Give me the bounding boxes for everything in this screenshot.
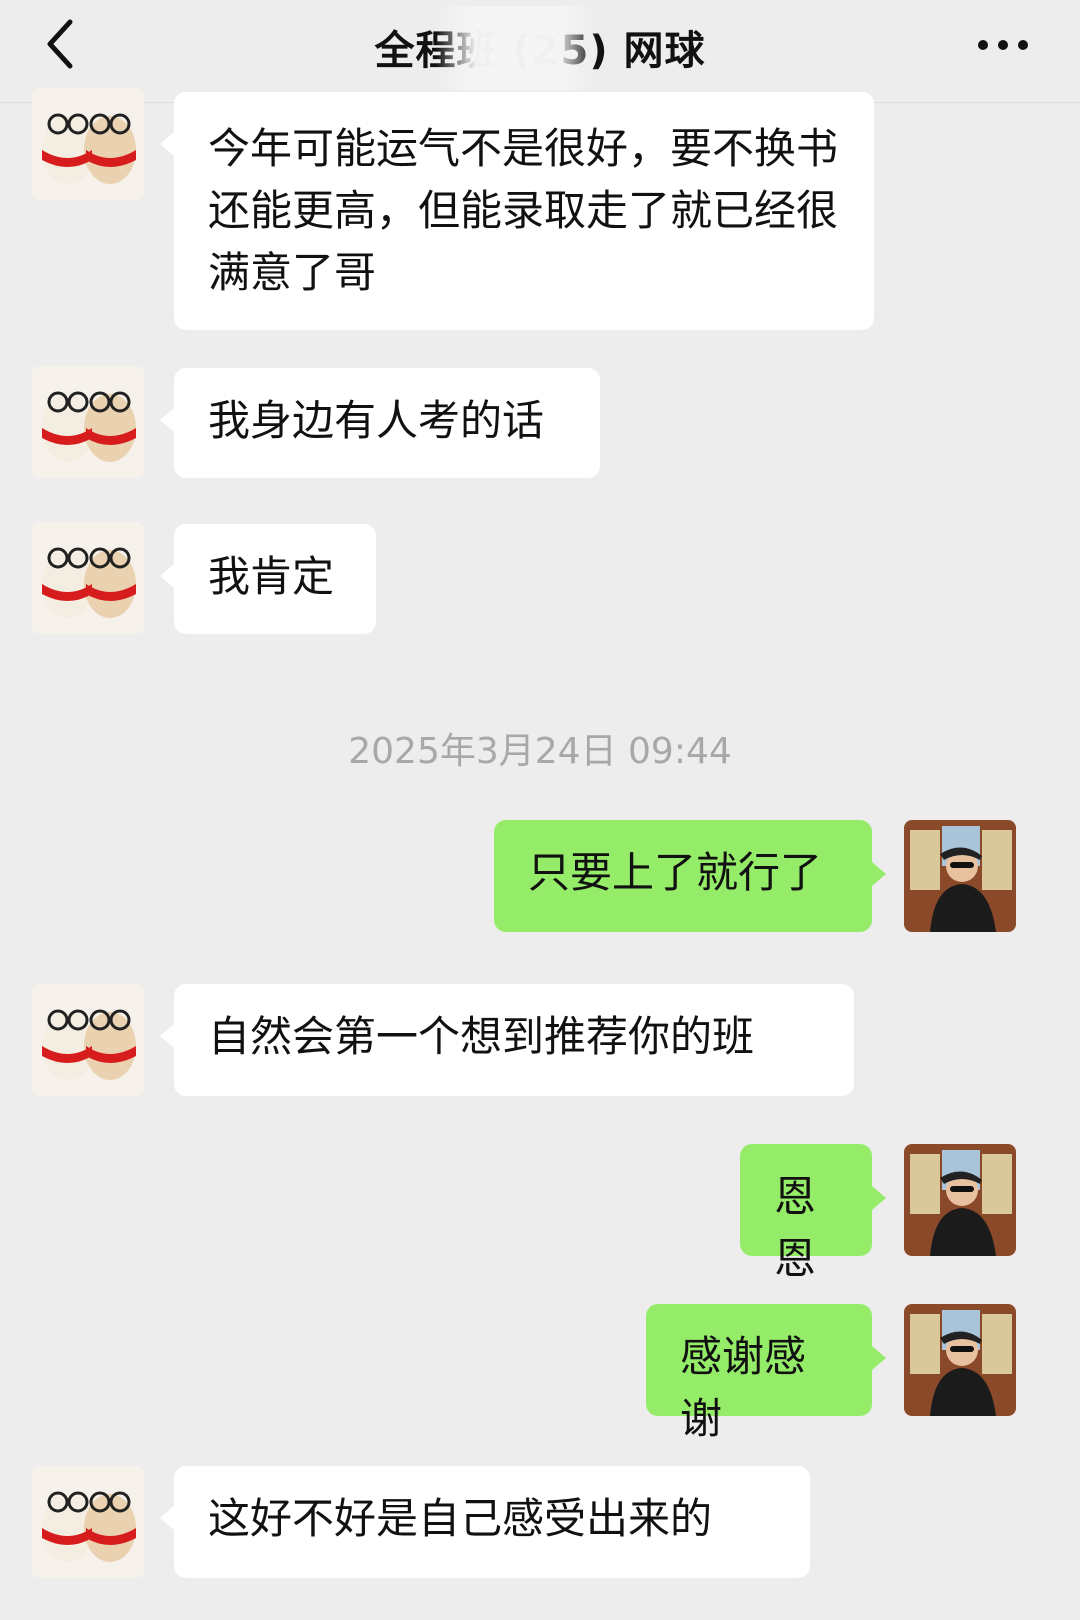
- message-text: 只要上了就行了: [528, 848, 823, 897]
- outgoing-message-bubble[interactable]: 感谢感谢: [646, 1304, 886, 1443]
- incoming-message-bubble[interactable]: 我身边有人考的话: [160, 368, 600, 478]
- contact-avatar[interactable]: [32, 366, 144, 478]
- redaction-blur: [436, 6, 596, 90]
- message-text: 这好不好是自己感受出来的: [208, 1494, 713, 1543]
- message-text: 感谢感谢: [680, 1332, 807, 1443]
- back-button[interactable]: [30, 14, 90, 74]
- more-button[interactable]: [968, 20, 1038, 70]
- incoming-message-bubble[interactable]: 我肯定: [160, 524, 376, 634]
- contact-avatar[interactable]: [32, 522, 144, 634]
- message-text: 今年可能运气不是很好，要不换书还能更高，但能录取走了就已经很满意了哥: [208, 124, 839, 297]
- user-avatar[interactable]: [904, 820, 1016, 932]
- contact-avatar[interactable]: [32, 984, 144, 1096]
- incoming-message-bubble[interactable]: 今年可能运气不是很好，要不换书还能更高，但能录取走了就已经很满意了哥: [160, 92, 874, 330]
- chevron-left-icon: [47, 19, 73, 69]
- outgoing-message-bubble[interactable]: 只要上了就行了: [494, 820, 886, 932]
- contact-avatar[interactable]: [32, 1466, 144, 1578]
- contact-avatar[interactable]: [32, 88, 144, 200]
- message-timestamp: 2025年3月24日 09:44: [348, 731, 732, 772]
- message-text: 我身边有人考的话: [208, 396, 545, 445]
- outgoing-message-bubble[interactable]: 恩恩: [740, 1144, 886, 1283]
- chat-header: 全程班 (25) 网球: [0, 0, 1080, 103]
- message-text: 恩恩: [774, 1172, 817, 1283]
- message-text: 我肯定: [208, 552, 335, 601]
- ellipsis-icon: [978, 40, 1028, 50]
- message-text: 自然会第一个想到推荐你的班: [208, 1012, 755, 1061]
- user-avatar[interactable]: [904, 1144, 1016, 1256]
- user-avatar[interactable]: [904, 1304, 1016, 1416]
- incoming-message-bubble[interactable]: 自然会第一个想到推荐你的班: [160, 984, 854, 1096]
- incoming-message-bubble[interactable]: 这好不好是自己感受出来的: [160, 1466, 810, 1578]
